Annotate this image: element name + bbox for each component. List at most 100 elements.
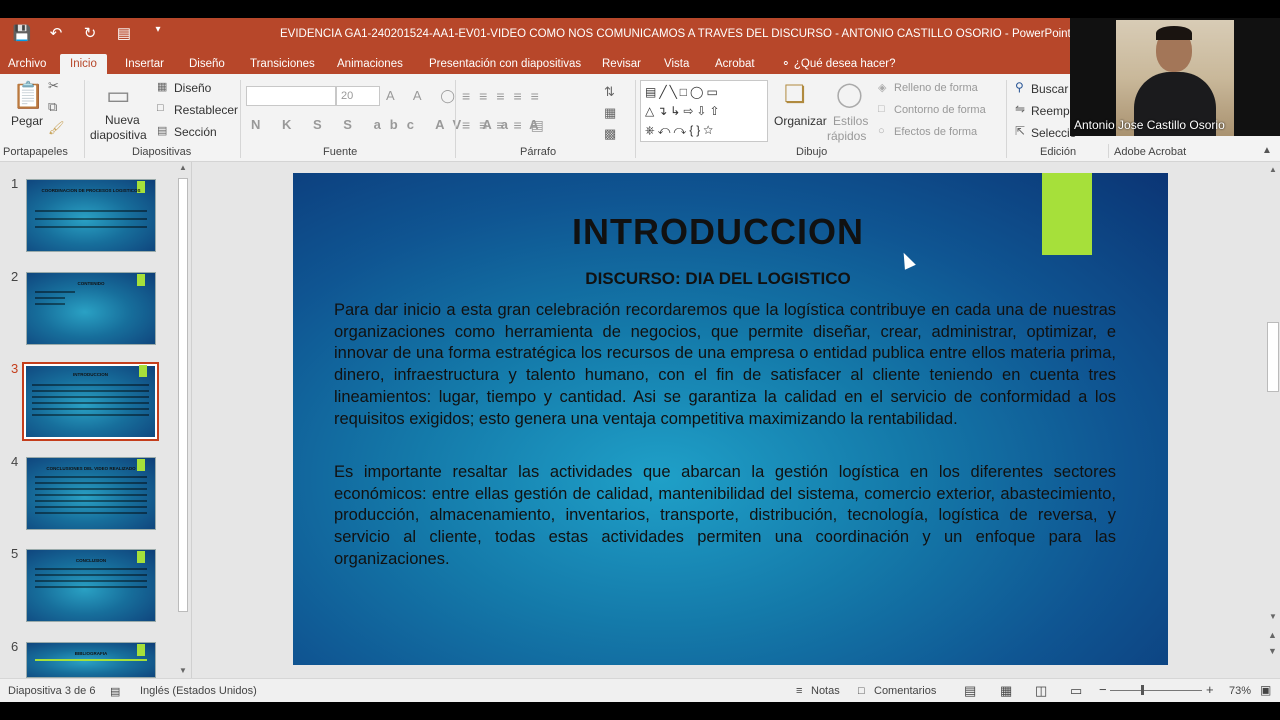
present-icon[interactable]: ▤ <box>114 24 134 42</box>
slide-scrollbar[interactable]: ▲ ▼ ▲ ▼ <box>1266 162 1280 678</box>
copy-icon[interactable]: ⧉ <box>48 99 57 115</box>
new-slide-label-1[interactable]: Nueva <box>105 113 140 127</box>
spelling-icon[interactable]: ▤ <box>110 685 120 698</box>
arrange-button[interactable]: Organizar <box>774 114 827 128</box>
slide-thumbnail-5[interactable]: CONCLUSION <box>26 549 156 622</box>
smartart-icon[interactable]: ▩ <box>604 126 616 142</box>
slideshow-icon[interactable]: ▭ <box>1070 683 1082 699</box>
thumbnail-text-line <box>35 659 147 661</box>
language-indicator[interactable]: Inglés (Estados Unidos) <box>140 685 257 697</box>
font-name-box[interactable] <box>246 86 336 106</box>
slide-thumbnail-3[interactable]: INTRODUCCION <box>22 362 159 441</box>
shape-effects-icon: ○ <box>878 125 885 137</box>
slide-paragraph-2[interactable]: Es importante resaltar las actividades q… <box>334 462 1116 571</box>
section-button[interactable]: Sección <box>174 125 217 139</box>
tab-animaciones[interactable]: Animaciones <box>337 54 403 74</box>
slide-thumbnail-1[interactable]: COORDINACION DE PROCESOS LOGISTICOS <box>26 179 156 252</box>
tab-diseno[interactable]: Diseño <box>189 54 225 74</box>
slide-title[interactable]: INTRODUCCION <box>293 211 1143 253</box>
save-icon[interactable]: 💾 <box>12 24 32 42</box>
thumbnail-title: BIBLIOGRAFIA <box>74 651 108 656</box>
replace-button[interactable]: Reempl <box>1031 104 1072 118</box>
tell-me-box[interactable]: ⚬ ¿Qué desea hacer? <box>781 54 896 74</box>
tab-transiciones[interactable]: Transiciones <box>250 54 315 74</box>
comments-button[interactable]: Comentarios <box>874 685 936 697</box>
quick-styles-label-2[interactable]: rápidos <box>827 129 866 143</box>
group-label-editing: Edición <box>1040 146 1077 158</box>
new-slide-label-2[interactable]: diapositiva <box>90 128 147 142</box>
shapes-gallery[interactable]: ▤╱╲□◯▭ △↴↳⇨⇩⇧ ⎈↶↷{}☆ <box>640 80 768 142</box>
reading-view-icon[interactable]: ◫ <box>1035 683 1047 699</box>
previous-slide-icon[interactable]: ▲ <box>1268 630 1277 640</box>
font-size-box[interactable]: 20 <box>336 86 380 106</box>
tab-inicio[interactable]: Inicio <box>60 54 107 74</box>
tab-insertar[interactable]: Insertar <box>125 54 164 74</box>
text-direction-icon[interactable]: ⇅ <box>604 84 615 100</box>
slide-sorter-icon[interactable]: ▦ <box>1000 683 1012 699</box>
webcam-overlay: Antonio Jose Castillo Osorio <box>1070 18 1280 136</box>
notes-button[interactable]: Notas <box>811 685 840 697</box>
thumbnail-text-line <box>35 512 147 514</box>
customize-icon[interactable]: ▾ <box>148 24 168 42</box>
font-grow-shrink-icons[interactable]: A A ◯ <box>386 88 463 104</box>
thumbnail-text-line <box>32 390 149 392</box>
thumbnail-text-line <box>35 506 147 508</box>
quick-styles-label-1[interactable]: Estilos <box>833 114 868 128</box>
slide-subtitle[interactable]: DISCURSO: DIA DEL LOGISTICO <box>293 269 1143 289</box>
redo-icon[interactable]: ↻ <box>80 24 100 42</box>
tab-vista[interactable]: Vista <box>664 54 689 74</box>
thumbnail-title: COORDINACION DE PROCESOS LOGISTICOS <box>41 188 141 193</box>
collapse-ribbon-icon[interactable]: ▲ <box>1262 145 1272 156</box>
group-label-font: Fuente <box>323 146 358 158</box>
paste-icon[interactable]: 📋 <box>12 80 44 111</box>
zoom-slider-track[interactable] <box>1110 690 1202 691</box>
slide-canvas[interactable]: INTRODUCCION DISCURSO: DIA DEL LOGISTICO… <box>293 173 1168 665</box>
fit-to-window-icon[interactable]: ▣ <box>1260 683 1271 697</box>
slide-scroll-thumb[interactable] <box>1267 322 1279 392</box>
next-slide-icon[interactable]: ▼ <box>1268 646 1277 656</box>
tab-revisar[interactable]: Revisar <box>602 54 641 74</box>
list-icons[interactable]: ≡≡≡≡≡ <box>462 88 548 104</box>
align-text-icon[interactable]: ▦ <box>604 105 616 121</box>
slide-paragraph-1[interactable]: Para dar inicio a esta gran celebración … <box>334 300 1116 430</box>
zoom-in-icon[interactable]: + <box>1206 682 1214 697</box>
align-icons[interactable]: ≡≡≡≡▤ <box>462 117 553 134</box>
thumbnail-title: INTRODUCCION <box>73 372 108 377</box>
find-button[interactable]: Buscar <box>1031 82 1068 96</box>
slide-thumbnail-6[interactable]: BIBLIOGRAFIA <box>26 642 156 678</box>
shape-outline-button[interactable]: Contorno de forma <box>894 104 986 116</box>
scroll-up-icon[interactable]: ▲ <box>1269 165 1277 174</box>
thumbnail-number: 2 <box>11 269 19 284</box>
new-slide-icon[interactable]: ▭ <box>106 80 131 111</box>
zoom-out-icon[interactable]: − <box>1099 682 1107 697</box>
tab-acrobat[interactable]: Acrobat <box>715 54 755 74</box>
slide-thumbnail-4[interactable]: CONCLUSIONES DEL VIDEO REALIZADO <box>26 457 156 530</box>
undo-icon[interactable]: ↶ <box>46 24 66 42</box>
scroll-up-icon[interactable]: ▲ <box>179 163 187 172</box>
scroll-down-icon[interactable]: ▼ <box>179 666 187 675</box>
separator <box>1108 144 1109 158</box>
normal-view-icon[interactable]: ▤ <box>964 683 976 699</box>
layout-button[interactable]: Diseño <box>174 81 211 95</box>
status-bar: Diapositiva 3 de 6 ▤ Inglés (Estados Uni… <box>0 678 1280 702</box>
thumbnail-text-line <box>35 500 147 502</box>
paste-button[interactable]: Pegar <box>11 114 43 128</box>
thumbnail-scrollbar[interactable]: ▲ ▼ <box>176 162 190 678</box>
tab-presentacion[interactable]: Presentación con diapositivas <box>429 54 581 74</box>
format-painter-icon[interactable]: 🖌 <box>48 120 65 136</box>
zoom-slider-knob[interactable] <box>1141 685 1144 695</box>
slide-thumbnail-pane: 1 COORDINACION DE PROCESOS LOGISTICOS 2 … <box>0 162 192 678</box>
quick-styles-icon[interactable]: ◯ <box>836 80 863 109</box>
tab-archivo[interactable]: Archivo <box>8 54 46 74</box>
shape-effects-button[interactable]: Efectos de forma <box>894 126 977 138</box>
thumbnail-scroll-thumb[interactable] <box>178 178 188 612</box>
thumbnail-title: CONCLUSIONES DEL VIDEO REALIZADO <box>46 466 136 471</box>
reset-button[interactable]: Restablecer <box>174 103 238 117</box>
arrange-icon[interactable]: ❏ <box>784 80 806 109</box>
thumbnail-text-line <box>32 414 149 416</box>
shape-fill-button[interactable]: Relleno de forma <box>894 82 978 94</box>
cut-icon[interactable]: ✂ <box>48 78 59 94</box>
slide-thumbnail-2[interactable]: CONTENIDO <box>26 272 156 345</box>
zoom-level[interactable]: 73% <box>1229 685 1251 697</box>
scroll-down-icon[interactable]: ▼ <box>1269 612 1277 621</box>
